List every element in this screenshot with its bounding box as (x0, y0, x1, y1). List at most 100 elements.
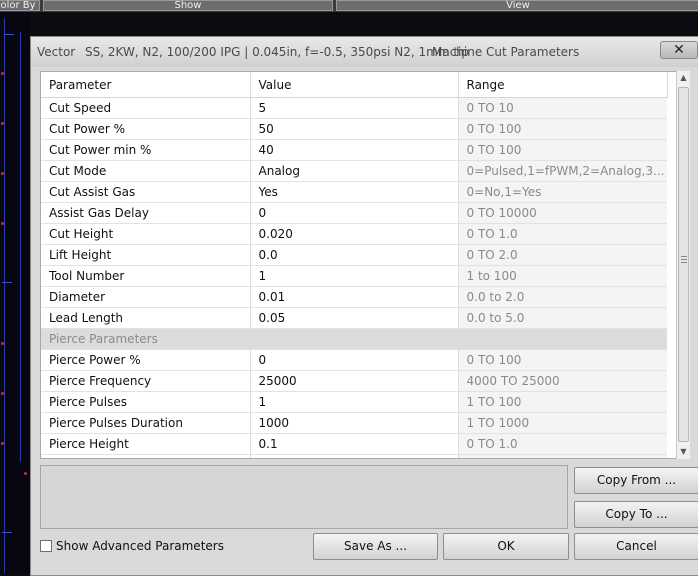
parameter-cell: Pierce Height (41, 433, 251, 455)
color-by-tab[interactable]: olor By (0, 0, 40, 11)
canvas-mark (2, 532, 12, 533)
table-row[interactable]: Lift Height 0.0 0 TO 2.0 (41, 244, 667, 266)
canvas-dot (1, 222, 4, 225)
range-cell: 0=Pulsed,1=fPWM,2=Analog,3... (458, 160, 667, 182)
show-advanced-row[interactable]: Show Advanced Parameters (40, 539, 224, 555)
value-cell[interactable]: Analog (250, 160, 459, 182)
parameter-cell: Pierce Pulses (41, 391, 251, 413)
value-cell[interactable]: 0 (250, 349, 459, 371)
show-tab[interactable]: Show (43, 0, 333, 11)
table-row[interactable]: Lead Length 0.05 0.0 to 5.0 (41, 307, 667, 329)
range-cell: 0 TO 1.0 (458, 223, 667, 245)
value-cell[interactable]: 0.020 (250, 223, 459, 245)
canvas-dot (1, 342, 4, 345)
range-cell: 1 TO 1000 (458, 412, 667, 434)
table-row[interactable]: Assist Gas Delay 0 0 TO 10000 (41, 202, 667, 224)
range-cell: 0=No,1=Yes (458, 181, 667, 203)
value-cell[interactable]: 40 (250, 139, 459, 161)
parameters-table: Parameter Value Range Cut Speed 5 0 TO 10 C… (41, 72, 668, 458)
scroll-down-icon[interactable]: ▼ (677, 445, 690, 459)
close-button[interactable]: ✕ (660, 41, 698, 59)
scroll-up-icon[interactable]: ▲ (677, 71, 690, 85)
ok-button[interactable]: OK (443, 533, 569, 560)
parameter-cell: Cut Power min % (41, 139, 251, 161)
canvas-dot (1, 392, 4, 395)
table-row[interactable]: Pierce Power % 0 0 TO 100 (41, 349, 667, 371)
range-cell: 0 TO 2.0 (458, 244, 667, 266)
table-row[interactable]: Pierce Height 0.1 0 TO 1.0 (41, 433, 667, 455)
table-row[interactable]: Tool Number 1 1 to 100 (41, 265, 667, 287)
save-as-button[interactable]: Save As ... (313, 533, 438, 560)
value-cell[interactable]: 0.01 (250, 286, 459, 308)
range-cell: 0.0 to 5.0 (458, 307, 667, 329)
column-header-value[interactable]: Value (250, 72, 459, 98)
range-cell: 0=No,1=Yes (458, 454, 667, 458)
pierce-parameters-section-label: Pierce Parameters (41, 328, 667, 350)
column-header-parameter[interactable]: Parameter (41, 72, 251, 98)
copy-to-button[interactable]: Copy To ... (574, 501, 698, 528)
column-header-range[interactable]: Range (458, 72, 668, 98)
parameter-cell: Cut Height (41, 223, 251, 245)
parameter-cell: Pierce Gas (41, 454, 251, 458)
canvas-line (4, 18, 5, 573)
range-cell: 1 to 100 (458, 265, 667, 287)
value-cell[interactable]: 25000 (250, 370, 459, 392)
value-cell[interactable]: 0.05 (250, 307, 459, 329)
table-row[interactable]: Pierce GasYes0=No,1=Yes (41, 454, 667, 458)
value-cell[interactable]: 0.1 (250, 433, 459, 455)
show-advanced-checkbox[interactable] (40, 540, 52, 552)
title-object: Vector (37, 45, 76, 59)
background-toolbar: olor By Show View (0, 0, 698, 12)
value-cell[interactable]: 0 (250, 202, 459, 224)
table-row[interactable]: Cut Height 0.020 0 TO 1.0 (41, 223, 667, 245)
vertical-scrollbar[interactable]: ▲ ▼ (676, 71, 690, 459)
value-cell[interactable]: Yes (250, 454, 459, 458)
range-cell: 0 TO 100 (458, 349, 667, 371)
value-cell[interactable]: 1 (250, 391, 459, 413)
parameter-cell: Pierce Frequency (41, 370, 251, 392)
value-cell[interactable]: 1 (250, 265, 459, 287)
table-row[interactable]: Pierce Pulses Duration 1000 1 TO 1000 (41, 412, 667, 434)
range-cell: 0 TO 10000 (458, 202, 667, 224)
parameter-cell: Diameter (41, 286, 251, 308)
value-cell[interactable]: 0.0 (250, 244, 459, 266)
parameters-grid: Parameter Value Range Cut Speed 5 0 TO 10 C… (40, 71, 690, 459)
background-canvas (0, 12, 30, 573)
table-row[interactable]: Cut Mode Analog 0=Pulsed,1=fPWM,2=Analog,3… (41, 160, 667, 182)
parameter-cell: Pierce Power % (41, 349, 251, 371)
canvas-dot (24, 472, 27, 475)
parameter-cell: Lead Length (41, 307, 251, 329)
parameter-cell: Cut Speed (41, 97, 251, 119)
table-row[interactable]: Cut Speed 5 0 TO 10 (41, 97, 667, 119)
canvas-dot (1, 442, 4, 445)
parameter-cell: Assist Gas Delay (41, 202, 251, 224)
range-cell: 1 TO 100 (458, 391, 667, 413)
dialog-titlebar[interactable]: Vector SS, 2KW, N2, 100/200 IPG | 0.045i… (31, 37, 698, 67)
cancel-button[interactable]: Cancel (574, 533, 698, 560)
value-cell[interactable]: 5 (250, 97, 459, 119)
section-header-row: Pierce Parameters (41, 328, 667, 350)
parameter-cell: Tool Number (41, 265, 251, 287)
parameter-cell: Cut Assist Gas (41, 181, 251, 203)
notes-panel (40, 465, 568, 529)
value-cell[interactable]: 50 (250, 118, 459, 140)
parameter-cell: Cut Mode (41, 160, 251, 182)
value-cell[interactable]: 1000 (250, 412, 459, 434)
table-row[interactable]: Pierce Pulses 1 1 TO 100 (41, 391, 667, 413)
canvas-mark (4, 34, 14, 35)
scrollbar-thumb[interactable] (678, 87, 689, 442)
copy-from-button[interactable]: Copy From ... (574, 467, 698, 494)
table-row[interactable]: Cut Power % 50 0 TO 100 (41, 118, 667, 140)
canvas-dot (1, 122, 4, 125)
table-header-row: Parameter Value Range (41, 72, 668, 98)
table-row[interactable]: Cut Assist Gas Yes 0=No,1=Yes (41, 181, 667, 203)
value-cell[interactable]: Yes (250, 181, 459, 203)
parameter-cell: Pierce Pulses Duration (41, 412, 251, 434)
table-row[interactable]: Diameter 0.01 0.0 to 2.0 (41, 286, 667, 308)
canvas-mark (2, 282, 12, 283)
view-tab[interactable]: View (336, 0, 698, 11)
table-row[interactable]: Cut Power min % 40 0 TO 100 (41, 139, 667, 161)
machine-cut-parameters-dialog: Vector SS, 2KW, N2, 100/200 IPG | 0.045i… (30, 36, 698, 576)
grip-icon (681, 256, 687, 263)
table-row[interactable]: Pierce Frequency 25000 4000 TO 25000 (41, 370, 667, 392)
